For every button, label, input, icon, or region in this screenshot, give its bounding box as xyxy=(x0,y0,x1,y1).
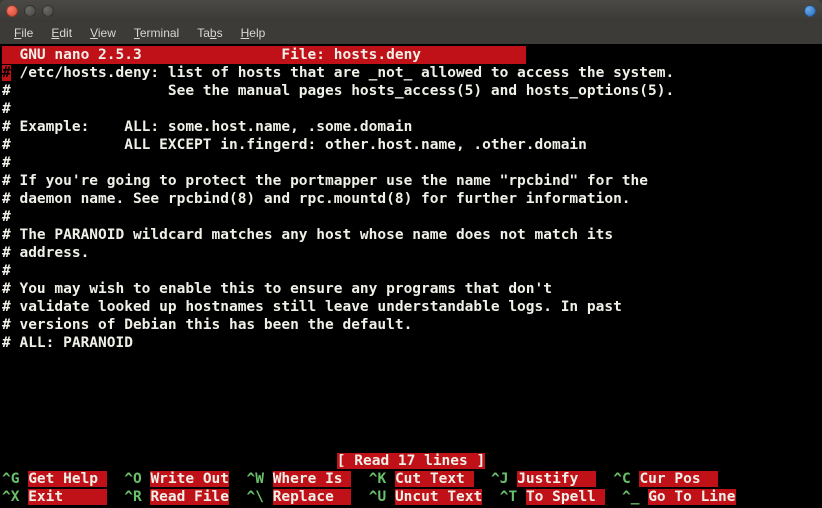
menu-help[interactable]: Help xyxy=(233,24,274,42)
menu-terminal[interactable]: Terminal xyxy=(126,24,187,42)
nano-shortcut-row-2: ^X Exit ^R Read File ^\ Replace ^U Uncut… xyxy=(2,488,820,506)
terminal-window: File Edit View Terminal Tabs Help GNU na… xyxy=(0,0,822,508)
terminal-area[interactable]: GNU nano 2.5.3 File: hosts.deny # /etc/h… xyxy=(0,44,822,508)
maximize-window-button[interactable] xyxy=(42,5,54,17)
nano-file-content: # /etc/hosts.deny: list of hosts that ar… xyxy=(2,64,820,352)
nano-status-line: [ Read 17 lines ] xyxy=(2,452,820,470)
menu-edit[interactable]: Edit xyxy=(43,24,80,42)
nano-header-bar: GNU nano 2.5.3 File: hosts.deny xyxy=(2,46,820,64)
menu-tabs[interactable]: Tabs xyxy=(189,24,230,42)
close-window-button[interactable] xyxy=(6,5,18,17)
menubar: File Edit View Terminal Tabs Help xyxy=(0,22,822,44)
window-titlebar xyxy=(0,0,822,22)
minimize-window-button[interactable] xyxy=(24,5,36,17)
window-info-button[interactable] xyxy=(804,5,816,17)
menu-file[interactable]: File xyxy=(6,24,41,42)
nano-shortcut-row-1: ^G Get Help ^O Write Out ^W Where Is ^K … xyxy=(2,470,820,488)
nano-version: GNU nano 2.5.3 xyxy=(2,46,246,64)
nano-file-label: File: hosts.deny xyxy=(246,46,525,64)
window-control-buttons xyxy=(6,5,54,17)
menu-view[interactable]: View xyxy=(82,24,124,42)
